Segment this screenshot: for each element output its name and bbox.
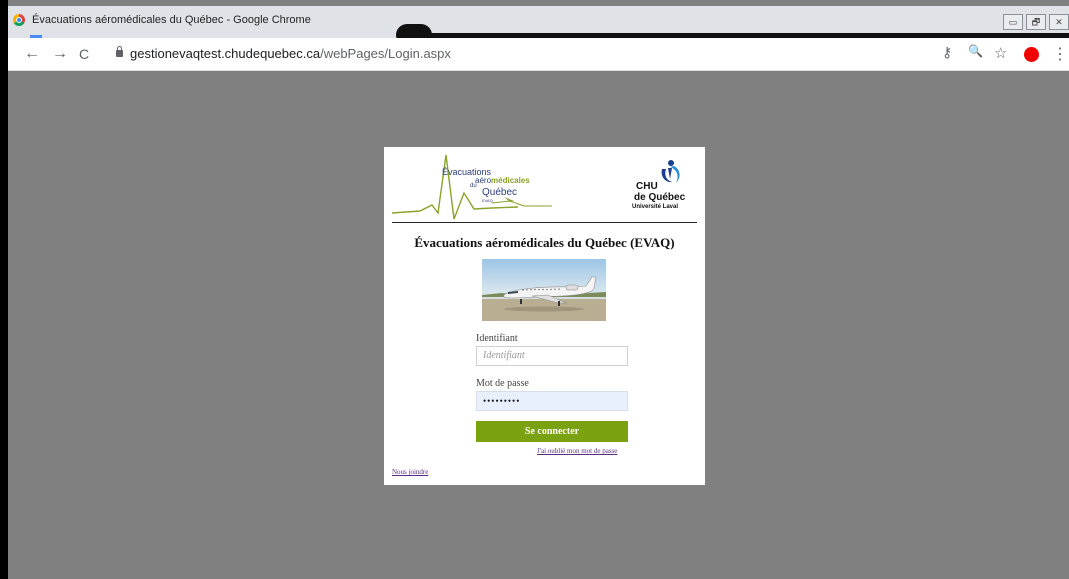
login-card: Évacuations aéromédicales du Québec EVAQ…: [384, 147, 705, 485]
forgot-password-link[interactable]: J'ai oublié mon mot de passe: [537, 447, 617, 455]
zoom-icon[interactable]: 🔍: [968, 44, 983, 58]
universite-laval-text: Université Laval: [632, 204, 679, 210]
url-path: /webPages/Login.aspx: [320, 46, 451, 61]
chu-emblem-graphic: [661, 160, 680, 183]
logo-line-2-prefix: aéro: [475, 176, 492, 185]
browser-window: Évacuations aéromédicales du Québec - Go…: [8, 0, 1069, 579]
address-bar[interactable]: gestionevaqtest.chudequebec.ca/webPages/…: [130, 46, 451, 61]
logo-line-3: du: [470, 183, 477, 189]
close-button[interactable]: ✕: [1049, 14, 1069, 30]
forward-icon[interactable]: →: [50, 44, 70, 64]
restore-button[interactable]: 🗗: [1026, 14, 1046, 30]
title-bar: Évacuations aéromédicales du Québec - Go…: [8, 6, 1069, 46]
password-input[interactable]: •••••••••: [476, 391, 628, 411]
aircraft-photo: [482, 259, 606, 321]
menu-icon[interactable]: ⋮: [1052, 44, 1068, 64]
logo-line-5: EVAQ: [482, 198, 493, 203]
browser-toolbar: ← → C gestionevaqtest.chudequebec.ca/web…: [8, 38, 1069, 71]
reload-icon[interactable]: C: [74, 44, 94, 64]
url-host: gestionevaqtest.chudequebec.ca: [130, 46, 321, 61]
minimize-button[interactable]: ▭: [1003, 14, 1023, 30]
key-icon[interactable]: ⚷: [942, 44, 952, 61]
logo-line-4: Québec: [482, 187, 518, 198]
chrome-icon: [13, 14, 25, 26]
profile-record-icon[interactable]: [1024, 47, 1039, 62]
de-quebec-text: de Québec: [634, 192, 686, 203]
chu-quebec-logo: CHU de Québec Université Laval: [632, 157, 704, 221]
logo-line-2: aéromédicales: [475, 176, 530, 185]
contact-link[interactable]: Nous joindre: [392, 468, 428, 476]
username-label: Identifiant: [476, 333, 518, 344]
lock-icon[interactable]: [116, 46, 123, 57]
password-label: Mot de passe: [476, 378, 529, 389]
username-input[interactable]: Identifiant: [476, 346, 628, 366]
bookmark-star-icon[interactable]: ☆: [994, 44, 1007, 62]
logo-line-2-bold: médicales: [491, 176, 530, 185]
header-divider: [392, 222, 697, 223]
window-title: Évacuations aéromédicales du Québec - Go…: [32, 14, 311, 26]
back-icon[interactable]: ←: [22, 44, 42, 64]
page-title: Évacuations aéromédicales du Québec (EVA…: [414, 235, 675, 250]
chu-text: CHU: [636, 181, 658, 192]
evaq-logo: Évacuations aéromédicales du Québec EVAQ: [392, 153, 552, 221]
login-button[interactable]: Se connecter: [476, 421, 628, 442]
window-controls: ▭ 🗗 ✕: [1003, 14, 1069, 30]
